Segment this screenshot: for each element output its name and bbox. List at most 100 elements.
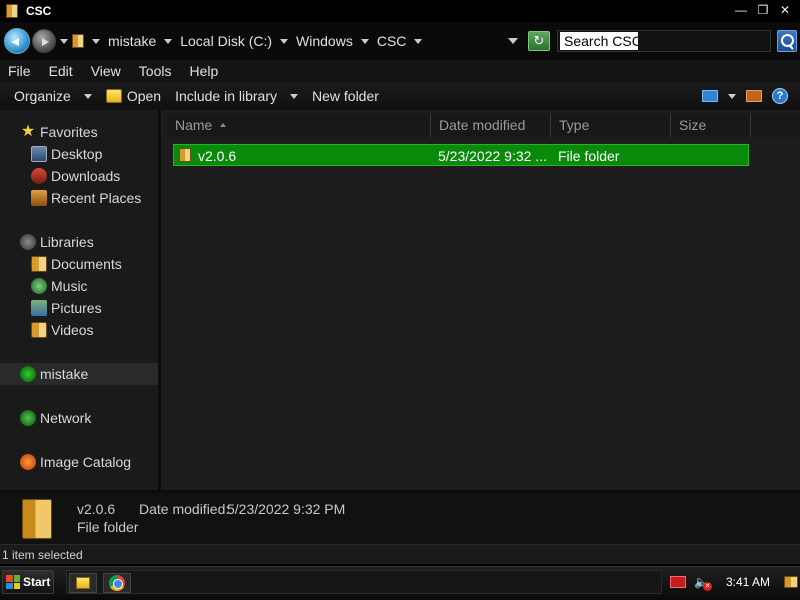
menu-bar: File Edit View Tools Help <box>0 60 800 82</box>
new-folder-button[interactable]: New folder <box>312 88 379 104</box>
breadcrumb-item-local-disk[interactable]: Local Disk (C:) <box>180 33 272 49</box>
nav-desktop-label: Desktop <box>51 146 103 162</box>
menu-help[interactable]: Help <box>180 63 227 79</box>
taskbar-chrome-button[interactable] <box>103 573 131 593</box>
nav-libraries[interactable]: Libraries <box>0 231 158 253</box>
nav-pictures-label: Pictures <box>51 300 102 316</box>
search-icon[interactable] <box>777 30 797 52</box>
downloads-icon <box>31 168 47 184</box>
taskbar-explorer-button[interactable] <box>69 573 97 593</box>
breadcrumb-item-mistake[interactable]: mistake <box>108 33 156 49</box>
image-catalog-icon <box>20 454 36 470</box>
organize-label: Organize <box>14 88 71 104</box>
window-controls: — ❐ ✕ <box>732 2 794 18</box>
menu-tools[interactable]: Tools <box>130 63 181 79</box>
menu-view[interactable]: View <box>82 63 130 79</box>
nav-videos[interactable]: Videos <box>0 319 158 341</box>
nav-network[interactable]: Network <box>0 407 158 429</box>
forward-button[interactable] <box>32 29 56 53</box>
title-bar: CSC — ❐ ✕ <box>0 0 800 22</box>
help-icon[interactable]: ? <box>772 88 788 104</box>
nav-documents-label: Documents <box>51 256 122 272</box>
star-icon: ★ <box>20 123 36 140</box>
address-history-dropdown[interactable] <box>508 38 518 44</box>
open-button[interactable]: Open <box>105 88 162 104</box>
search-input[interactable] <box>560 32 638 50</box>
nav-recent-places-label: Recent Places <box>51 190 142 206</box>
menu-file[interactable]: File <box>0 63 40 79</box>
refresh-button[interactable]: ↻ <box>528 31 550 51</box>
folder-icon <box>22 499 52 539</box>
nav-favorites[interactable]: ★ Favorites <box>0 121 158 143</box>
windows-logo-icon <box>6 575 20 589</box>
start-button[interactable]: Start <box>2 570 54 594</box>
nav-image-catalog[interactable]: Image Catalog <box>0 451 158 473</box>
column-header-name-label: Name <box>175 117 213 133</box>
close-button[interactable]: ✕ <box>776 2 794 18</box>
menu-edit[interactable]: Edit <box>40 63 82 79</box>
file-list: Name Date modified Type Size v2.0.6 5/23… <box>161 110 800 490</box>
breadcrumb[interactable]: mistake Local Disk (C:) Windows CSC <box>72 29 528 53</box>
new-folder-label: New folder <box>312 88 379 104</box>
chevron-down-icon[interactable] <box>164 38 173 44</box>
recent-pages-dropdown[interactable] <box>60 39 68 44</box>
desktop-icon <box>31 146 47 162</box>
nav-image-catalog-label: Image Catalog <box>40 454 132 470</box>
nav-desktop[interactable]: Desktop <box>0 143 158 165</box>
column-header-size-label: Size <box>679 117 707 133</box>
folder-icon <box>72 34 84 48</box>
videos-icon <box>31 322 47 338</box>
details-name: v2.0.6 <box>77 501 116 517</box>
chevron-down-icon <box>290 93 298 99</box>
command-bar: Organize Open Include in library New fol… <box>0 82 800 110</box>
preview-pane-icon[interactable] <box>746 90 762 102</box>
column-header-name[interactable]: Name <box>167 113 431 137</box>
change-view-icon[interactable] <box>702 90 718 102</box>
details-modified-label: Date modified: <box>139 501 230 517</box>
back-button[interactable] <box>4 28 30 54</box>
chevron-down-icon[interactable] <box>360 38 369 44</box>
chevron-down-icon <box>83 93 92 99</box>
include-in-library-label: Include in library <box>175 88 277 104</box>
chevron-down-icon[interactable] <box>728 93 736 99</box>
file-date-modified: 5/23/2022 9:32 ... <box>438 148 547 164</box>
clock[interactable]: 3:41 AM <box>726 575 770 589</box>
nav-favorites-label: Favorites <box>40 124 98 140</box>
organize-button[interactable]: Organize <box>14 88 92 104</box>
volume-muted-icon[interactable]: 🔈 ✕ <box>694 575 712 591</box>
status-bar: 1 item selected <box>0 544 800 564</box>
nav-downloads[interactable]: Downloads <box>0 165 158 187</box>
column-header-extra <box>751 113 800 137</box>
details-pane: v2.0.6 Date modified: 5/23/2022 9:32 PM … <box>0 490 800 544</box>
show-desktop-icon[interactable] <box>784 576 799 588</box>
column-header-date-modified[interactable]: Date modified <box>431 113 551 137</box>
chevron-down-icon[interactable] <box>280 38 289 44</box>
open-label: Open <box>126 88 162 104</box>
restore-button[interactable]: ❐ <box>754 2 772 18</box>
start-label: Start <box>23 575 51 589</box>
navigation-pane: ★ Favorites Desktop Downloads Recent Pla… <box>0 110 158 490</box>
chevron-down-icon[interactable] <box>92 38 100 44</box>
column-header-type[interactable]: Type <box>551 113 671 137</box>
breadcrumb-item-windows[interactable]: Windows <box>296 33 353 49</box>
minimize-button[interactable]: — <box>732 2 750 18</box>
toolbar-right: ? <box>702 88 788 104</box>
nav-recent-places[interactable]: Recent Places <box>0 187 158 209</box>
action-center-icon[interactable] <box>670 576 686 588</box>
documents-icon <box>31 256 47 272</box>
include-in-library-button[interactable]: Include in library <box>175 88 298 104</box>
nav-homegroup[interactable]: mistake <box>0 363 158 385</box>
recent-places-icon <box>31 190 47 206</box>
chevron-down-icon[interactable] <box>414 38 423 44</box>
nav-network-label: Network <box>40 410 92 426</box>
details-type: File folder <box>77 519 139 535</box>
column-header-type-label: Type <box>559 117 590 133</box>
file-name: v2.0.6 <box>198 148 237 164</box>
homegroup-icon <box>20 366 36 382</box>
breadcrumb-item-csc[interactable]: CSC <box>377 33 407 49</box>
table-row[interactable]: v2.0.6 5/23/2022 9:32 ... File folder <box>173 144 749 166</box>
nav-documents[interactable]: Documents <box>0 253 158 275</box>
nav-pictures[interactable]: Pictures <box>0 297 158 319</box>
nav-music[interactable]: Music <box>0 275 158 297</box>
column-header-size[interactable]: Size <box>671 113 751 137</box>
